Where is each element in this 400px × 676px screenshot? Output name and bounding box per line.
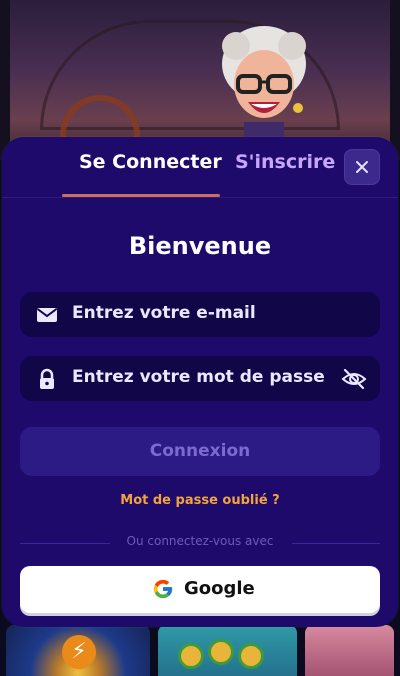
email-placeholder: Entrez votre e-mail	[72, 303, 256, 323]
coins-icon	[178, 639, 278, 669]
divider-text: Ou connectez-vous avec	[126, 534, 274, 548]
game-tile-pigs	[304, 625, 395, 676]
lightning-icon: ⚡	[62, 635, 96, 669]
games-strip-background: ⚡	[0, 625, 400, 676]
close-icon	[356, 161, 368, 173]
granny-mascot-illustration	[222, 26, 306, 144]
password-placeholder: Entrez votre mot de passe	[72, 367, 325, 387]
banner-edge-left	[0, 0, 10, 160]
email-field[interactable]: Entrez votre e-mail	[20, 292, 380, 337]
envelope-icon	[36, 308, 58, 322]
password-field[interactable]: Entrez votre mot de passe	[20, 356, 380, 401]
forgot-password-link[interactable]: Mot de passe oublié ?	[2, 493, 398, 508]
lock-icon	[40, 368, 54, 389]
eye-slash-icon[interactable]	[341, 367, 367, 391]
tabs-divider	[2, 197, 398, 198]
auth-modal: Se Connecter S'inscrire Bienvenue Entrez…	[2, 137, 398, 627]
tab-login[interactable]: Se Connecter	[79, 151, 222, 173]
page-title: Bienvenue	[128, 232, 272, 260]
google-button-label: Google	[184, 578, 255, 599]
login-button[interactable]: Connexion	[20, 427, 380, 476]
google-login-button[interactable]: Google	[20, 566, 380, 613]
close-button[interactable]	[344, 149, 380, 185]
tab-register[interactable]: S'inscrire	[235, 151, 335, 173]
banner-edge-right	[390, 0, 400, 160]
game-tile-thunder: ⚡	[6, 625, 151, 676]
google-icon	[153, 579, 173, 599]
promo-banner-background	[0, 0, 400, 160]
auth-tabs: Se Connecter S'inscrire	[2, 137, 398, 197]
game-tile-coins	[158, 625, 297, 676]
